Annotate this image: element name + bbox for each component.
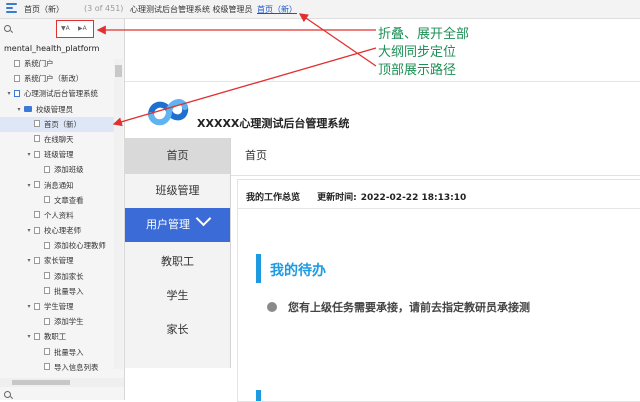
arrow-top-path [298,13,377,67]
annotation-collapse-all: 折叠、展开全部 [378,27,470,42]
arrow-outline-sync [112,47,377,127]
annotation-outline-sync: 大纲同步定位 [378,45,457,60]
annotation-arrows [96,13,377,127]
annotation-top-path: 顶部展示路径 [378,63,457,78]
